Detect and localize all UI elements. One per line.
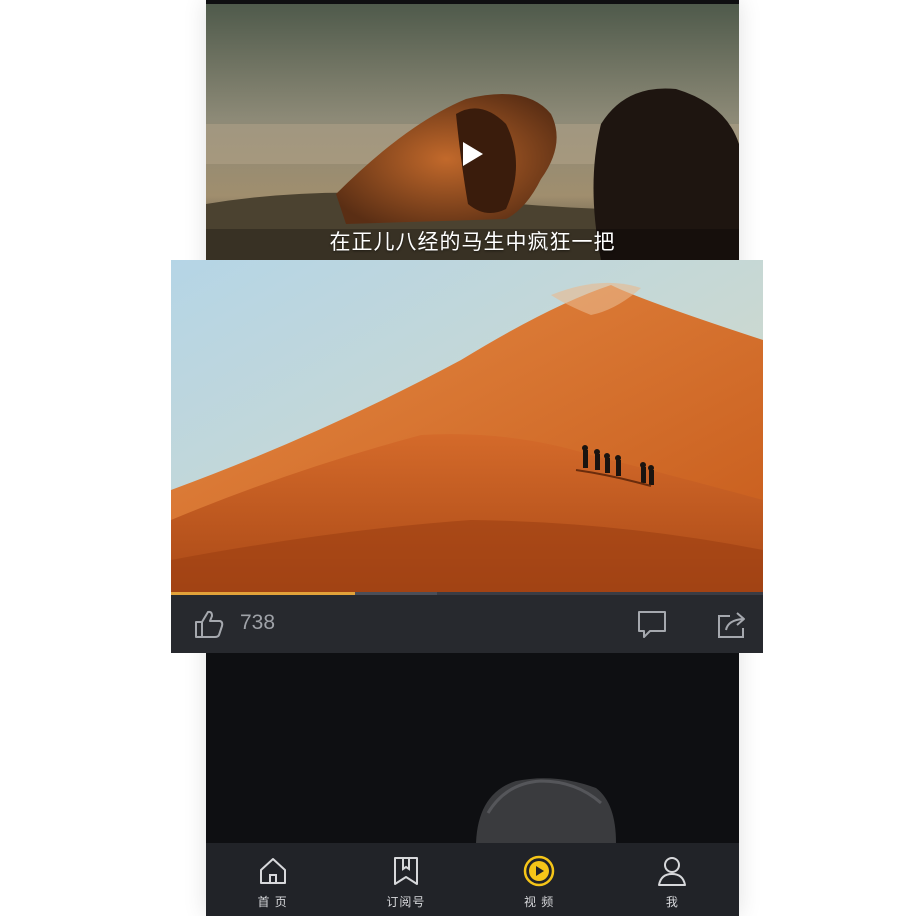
main-video-player[interactable] [171, 260, 763, 594]
user-icon [658, 857, 687, 886]
play-icon[interactable] [462, 141, 484, 167]
tab-video-label: 视 频 [523, 895, 555, 909]
tab-me[interactable]: 我 [606, 843, 739, 916]
next-video-card[interactable] [206, 653, 739, 843]
tab-subscriptions[interactable]: 订阅号 [339, 843, 472, 916]
tab-video[interactable]: 视 频 [473, 843, 606, 916]
thumbs-up-icon[interactable] [193, 609, 225, 639]
bottom-tab-bar: 首 页 订阅号 视 频 我 [206, 843, 739, 916]
video-caption: 在正儿八经的马生中疯狂一把 [329, 231, 616, 254]
tab-subscriptions-label: 订阅号 [386, 895, 426, 909]
like-count: 738 [240, 611, 276, 634]
tab-home-label: 首 页 [257, 895, 288, 909]
video-action-bar: 738 [171, 595, 763, 653]
tab-home[interactable]: 首 页 [206, 843, 339, 916]
bookmark-icon [393, 857, 418, 885]
previous-video-card[interactable] [206, 4, 739, 260]
desert-dune-frame [171, 260, 763, 594]
video-play-icon [523, 855, 555, 887]
home-icon [259, 858, 286, 884]
comment-icon[interactable] [636, 609, 668, 639]
horses-thumbnail [206, 4, 739, 260]
next-video-thumbnail [206, 653, 739, 843]
share-icon[interactable] [716, 608, 748, 640]
tab-me-label: 我 [665, 895, 679, 909]
